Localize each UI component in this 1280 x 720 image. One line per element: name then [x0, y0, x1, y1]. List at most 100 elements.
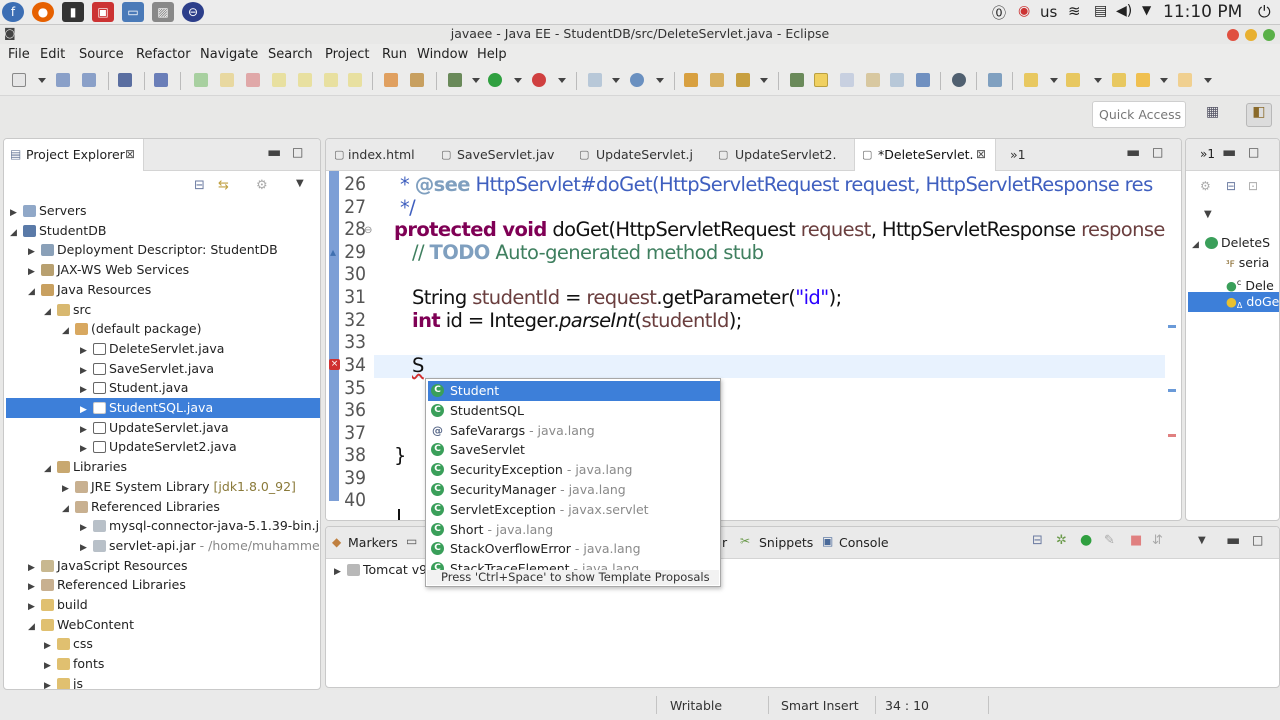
- firefox-icon[interactable]: ●: [32, 2, 54, 22]
- minimize-icon[interactable]: ▬: [1226, 531, 1240, 549]
- external-tools-icon[interactable]: [532, 73, 546, 87]
- chevron-down-icon[interactable]: [612, 78, 620, 83]
- chevron-down-icon[interactable]: ▼: [1142, 3, 1151, 17]
- new-server-icon[interactable]: [588, 73, 602, 87]
- menu-navigate[interactable]: Navigate: [200, 47, 258, 62]
- code-line-32[interactable]: int id = Integer.parseInt(studentId);: [412, 309, 742, 332]
- sort-icon[interactable]: ⚙: [1200, 179, 1211, 193]
- use-step-filters-icon[interactable]: [410, 73, 424, 87]
- properties-icon[interactable]: ▭: [406, 534, 417, 548]
- tree-item-deployment-descriptor[interactable]: ▶ Deployment Descriptor: StudentDB: [28, 240, 278, 260]
- chevron-down-icon[interactable]: [38, 78, 46, 83]
- proposal-item[interactable]: C SecurityException - java.lang: [428, 460, 720, 480]
- code-line-26[interactable]: * @see HttpServlet#doGet(HttpServletRequ…: [400, 173, 1153, 196]
- tree-item-src[interactable]: ◢ src: [44, 300, 91, 320]
- proposal-item[interactable]: C StackTraceElement - java.lang: [428, 559, 720, 571]
- tree-item-webcontent[interactable]: ◢ WebContent: [28, 615, 134, 635]
- chevron-down-icon[interactable]: [1160, 78, 1168, 83]
- tab-updateservlet2[interactable]: UpdateServlet2.: [735, 147, 836, 162]
- suspend-icon[interactable]: [220, 73, 234, 87]
- chevron-down-icon[interactable]: [558, 78, 566, 83]
- run-icon[interactable]: [488, 73, 502, 87]
- quick-access-input[interactable]: Quick Access: [1092, 101, 1186, 128]
- step-return-icon[interactable]: [348, 73, 362, 87]
- menu-refactor[interactable]: Refactor: [136, 47, 191, 62]
- profile-server-icon[interactable]: ✎: [1104, 533, 1115, 548]
- outline-item-doget[interactable]: ●Δ doGet: [1226, 292, 1279, 312]
- hide-fields-icon[interactable]: ⊟: [1226, 179, 1236, 193]
- menu-help[interactable]: Help: [477, 47, 507, 62]
- error-marker-icon[interactable]: ×: [329, 359, 340, 370]
- skip-breakpoints-icon[interactable]: [154, 73, 168, 87]
- outline-overflow[interactable]: »1: [1200, 147, 1215, 161]
- menu-run[interactable]: Run: [382, 47, 407, 62]
- menu-search[interactable]: Search: [268, 47, 313, 62]
- maximize-icon[interactable]: □: [292, 145, 303, 159]
- forward-icon[interactable]: [1178, 73, 1192, 87]
- filter-icon[interactable]: ⚙: [256, 178, 268, 193]
- overview-mark[interactable]: [1168, 325, 1176, 328]
- start-server-icon[interactable]: ●: [1080, 532, 1092, 548]
- chevron-down-icon[interactable]: [472, 78, 480, 83]
- outline-item-serial[interactable]: ³F seria: [1226, 253, 1269, 273]
- tree-item-servlet-api[interactable]: ▶ servlet-api.jar - /home/muhammed: [80, 536, 320, 556]
- code-line-39[interactable]: }: [394, 444, 406, 467]
- proposal-item[interactable]: C Student: [428, 381, 720, 401]
- eclipse-icon[interactable]: ⊖: [182, 2, 204, 22]
- disconnect-icon[interactable]: [272, 73, 286, 87]
- toggle-block-selection-icon[interactable]: [840, 73, 854, 87]
- tree-item-jax-ws[interactable]: ▶ JAX-WS Web Services: [28, 260, 189, 280]
- code-line-28[interactable]: protected void doGet(HttpServletRequest …: [394, 218, 1165, 241]
- chevron-down-icon[interactable]: [656, 78, 664, 83]
- wifi-icon[interactable]: ≋: [1068, 2, 1081, 20]
- files-icon[interactable]: ▭: [122, 2, 144, 22]
- pin-icon[interactable]: [988, 73, 1002, 87]
- tree-item-java-resources[interactable]: ◢ Java Resources: [28, 280, 151, 300]
- show-whitespace-icon[interactable]: [866, 73, 880, 87]
- collapse-icon[interactable]: ⊟: [1032, 533, 1043, 548]
- open-type-icon[interactable]: [684, 73, 698, 87]
- hide-static-icon[interactable]: ⊡: [1248, 179, 1258, 193]
- tree-item-student[interactable]: ▶ Student.java: [80, 378, 188, 398]
- code-line-29[interactable]: // TODO Auto-generated method stub: [412, 241, 764, 264]
- record-icon[interactable]: ◉: [1018, 3, 1030, 19]
- code-line-27[interactable]: */: [400, 196, 416, 219]
- status-insert-mode[interactable]: Smart Insert: [781, 698, 859, 713]
- view-menu-icon[interactable]: ▼: [296, 178, 304, 189]
- tree-item-fonts[interactable]: ▶ fonts: [44, 654, 104, 674]
- proposal-item[interactable]: C ServletException - javax.servlet: [428, 500, 720, 520]
- step-over-icon[interactable]: [324, 73, 338, 87]
- collapse-all-icon[interactable]: ⊟: [194, 178, 205, 193]
- tab-index-html[interactable]: index.html: [348, 147, 415, 162]
- chevron-down-icon[interactable]: [514, 78, 522, 83]
- window-menu-icon[interactable]: ◙: [4, 26, 16, 40]
- search-tool-icon[interactable]: [736, 73, 750, 87]
- tree-item-mysql-connector[interactable]: ▶ mysql-connector-java-5.1.39-bin.ja: [80, 516, 320, 536]
- tree-item-updateservlet[interactable]: ▶ UpdateServlet.java: [80, 418, 229, 438]
- tree-item-saveservlet[interactable]: ▶ SaveServlet.java: [80, 359, 214, 379]
- code-line-34[interactable]: S: [412, 354, 424, 377]
- tab-snippets[interactable]: Snippets: [759, 535, 813, 550]
- proposal-item[interactable]: @ SafeVarargs - java.lang: [428, 421, 720, 441]
- tree-item-default-package[interactable]: ◢ (default package): [62, 319, 201, 339]
- view-menu-icon[interactable]: ▼: [1204, 209, 1212, 220]
- menu-window[interactable]: Window: [417, 47, 468, 62]
- tab-partial[interactable]: r: [722, 535, 727, 550]
- previous-annotation-icon[interactable]: [1066, 73, 1080, 87]
- java-ee-perspective-icon[interactable]: ◧: [1246, 103, 1272, 127]
- minimize-icon[interactable]: ▬: [1126, 143, 1140, 161]
- tab-deleteservlet[interactable]: *DeleteServlet.: [878, 147, 974, 162]
- proposal-item[interactable]: C Short - java.lang: [428, 520, 720, 540]
- tree-item-css[interactable]: ▶ css: [44, 634, 93, 654]
- outline-item-class[interactable]: ◢ DeleteS: [1192, 233, 1270, 253]
- power-icon[interactable]: ⏻: [1258, 2, 1271, 22]
- clipboard-icon[interactable]: ▤: [1094, 3, 1107, 19]
- save-icon[interactable]: [56, 73, 70, 87]
- keyboard-layout[interactable]: us: [1040, 3, 1057, 21]
- back-icon[interactable]: [1136, 73, 1150, 87]
- overview-mark[interactable]: [1168, 389, 1176, 392]
- pilcrow-icon[interactable]: [916, 73, 930, 87]
- outline-item-constructor[interactable]: ●c Dele: [1226, 273, 1274, 293]
- tree-item-jre[interactable]: ▶ JRE System Library [jdk1.8.0_92]: [62, 477, 296, 497]
- console-icon[interactable]: [118, 73, 132, 87]
